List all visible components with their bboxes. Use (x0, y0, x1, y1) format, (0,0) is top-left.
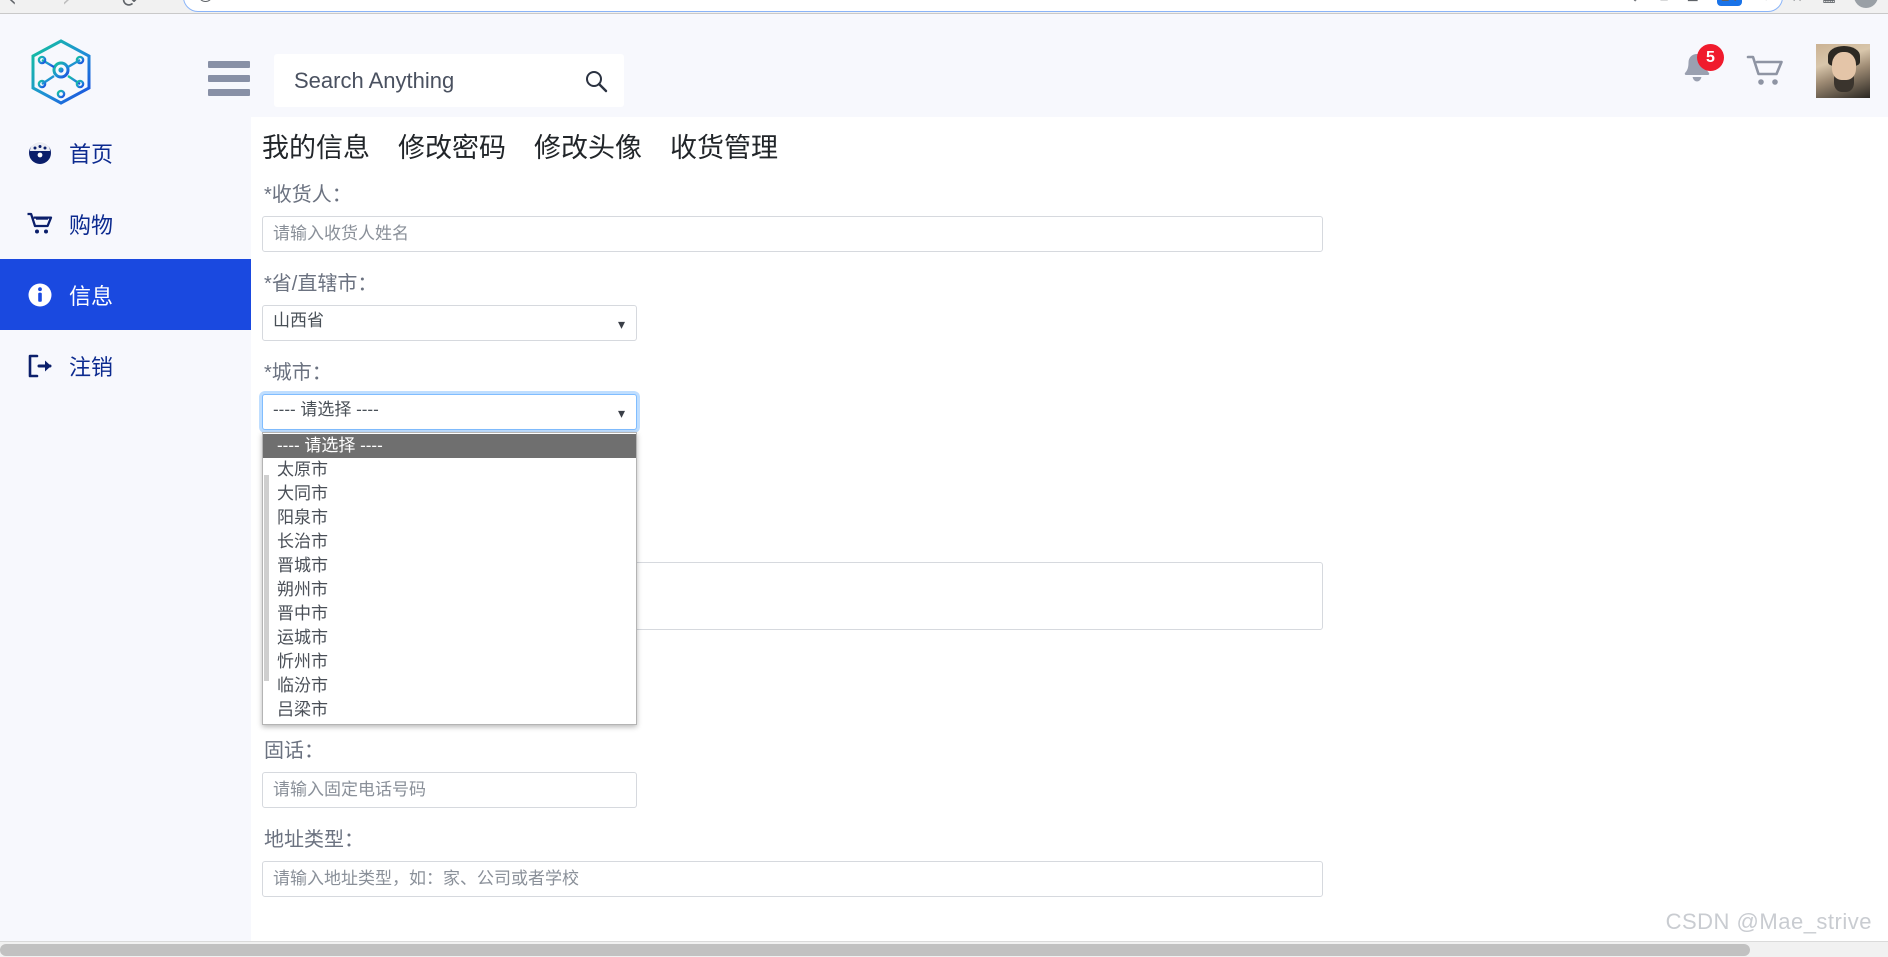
city-option[interactable]: 太原市 (263, 458, 636, 482)
sidebar-item-label: 信息 (69, 279, 113, 311)
downloads-icon[interactable]: ⇩ (1629, 0, 1642, 5)
field-province: *省/直辖市： 山西省 ▾ (262, 267, 1352, 341)
search-icon[interactable] (584, 69, 608, 93)
sidebar-item-logout[interactable]: 注销 (0, 330, 251, 401)
search-input[interactable] (292, 67, 584, 95)
watermark: CSDN @Mae_strive (1666, 909, 1872, 935)
city-option[interactable]: 大同市 (263, 482, 636, 506)
profile-badge[interactable]: 24 (1717, 0, 1742, 6)
app-header: 5 (0, 14, 1888, 117)
tab-address-manage[interactable]: 收货管理 (670, 126, 778, 165)
receiver-label: *收货人： (264, 178, 1352, 207)
cart-icon (25, 209, 55, 239)
dropdown-scrollbar[interactable] (264, 475, 269, 681)
scrollbar-thumb[interactable] (0, 944, 1750, 956)
tab-my-info[interactable]: 我的信息 (262, 126, 370, 165)
hamburger-bar (208, 89, 250, 96)
field-receiver: *收货人： (262, 178, 1352, 252)
main-content: 我的信息 修改密码 修改头像 收货管理 *收货人： *省/直辖市： 山西省 ▾ … (251, 117, 1888, 957)
browser-profile-avatar[interactable] (1854, 0, 1878, 8)
profile-tabs: 我的信息 修改密码 修改头像 收货管理 (262, 126, 778, 165)
apps-icon[interactable]: ▦ (1822, 0, 1836, 5)
city-dropdown-list[interactable]: ---- 请选择 ---- 太原市 大同市 阳泉市 长治市 晋城市 朔州市 晋中… (262, 432, 637, 725)
url-text: localhost:8080/addAddress (226, 0, 422, 3)
city-option[interactable]: 晋中市 (263, 602, 636, 626)
hamburger-bar (208, 75, 250, 82)
site-info-icon[interactable]: i (198, 0, 213, 2)
sidebar-item-home[interactable]: 首页 (0, 117, 251, 188)
field-address-type: 地址类型： (262, 823, 1352, 897)
sidebar-item-label: 注销 (69, 350, 113, 382)
app-root: ‹ › ⟳ i localhost:8080/addAddress ⇩ ■ ⊞ … (0, 0, 1888, 957)
browser-toolbar-icons: ⇩ ■ ⊞ 24 ↻ ☆ ▦ (1629, 0, 1878, 8)
field-telephone: 固话： (262, 734, 1352, 808)
browser-url-bar[interactable]: i localhost:8080/addAddress (183, 0, 1783, 12)
dashboard-icon (25, 138, 55, 168)
menu-toggle-icon[interactable] (208, 61, 250, 96)
avatar[interactable] (1816, 44, 1870, 98)
province-select-wrap: 山西省 ▾ (262, 305, 637, 341)
logout-icon (25, 351, 55, 381)
city-select[interactable]: ---- 请选择 ---- (262, 394, 637, 430)
city-option[interactable]: 临汾市 (263, 674, 636, 698)
city-option[interactable]: 阳泉市 (263, 506, 636, 530)
province-label: *省/直辖市： (264, 267, 1352, 296)
address-form: *收货人： *省/直辖市： 山西省 ▾ *城市： ---- 请选择 ---- ▾ (262, 178, 1352, 912)
field-city: *城市： ---- 请选择 ---- ▾ ---- 请选择 ---- 太原市 大… (262, 356, 1352, 430)
telephone-label: 固话： (264, 734, 1352, 763)
city-option[interactable]: 朔州市 (263, 578, 636, 602)
telephone-input[interactable] (262, 772, 637, 808)
address-type-label: 地址类型： (264, 823, 1352, 852)
tab-change-avatar[interactable]: 修改头像 (534, 126, 642, 165)
address-type-input[interactable] (262, 861, 1323, 897)
app-logo[interactable] (25, 36, 97, 108)
tab-change-password[interactable]: 修改密码 (398, 126, 506, 165)
global-search[interactable] (274, 54, 624, 107)
bookmark-icon[interactable]: ☆ (1790, 0, 1803, 5)
browser-chrome: ‹ › ⟳ i localhost:8080/addAddress ⇩ ■ ⊞ … (0, 0, 1888, 14)
city-label: *城市： (264, 356, 1352, 385)
header-actions: 5 (1678, 44, 1870, 98)
browser-forward-button[interactable]: › (62, 0, 71, 14)
add-tab-icon[interactable]: ⊞ (1687, 0, 1700, 5)
cart-icon[interactable] (1746, 53, 1786, 89)
receiver-input[interactable] (262, 216, 1323, 252)
city-option[interactable]: 长治市 (263, 530, 636, 554)
browser-back-button[interactable]: ‹ (8, 0, 17, 14)
hamburger-bar (208, 61, 250, 68)
notifications-button[interactable]: 5 (1678, 50, 1716, 92)
province-select[interactable]: 山西省 (262, 305, 637, 341)
sidebar: 首页 购物 信息 (0, 117, 251, 957)
notification-badge: 5 (1697, 44, 1724, 71)
extensions-icon[interactable]: ■ (1659, 0, 1668, 5)
info-icon (25, 280, 55, 310)
sidebar-item-shopping[interactable]: 购物 (0, 188, 251, 259)
sidebar-item-label: 首页 (69, 137, 113, 169)
city-option[interactable]: 吕梁市 (263, 698, 636, 722)
sidebar-item-label: 购物 (69, 208, 113, 240)
city-option[interactable]: 忻州市 (263, 650, 636, 674)
horizontal-scrollbar[interactable] (0, 941, 1888, 957)
sidebar-item-info[interactable]: 信息 (0, 259, 251, 330)
city-select-wrap: ---- 请选择 ---- ▾ ---- 请选择 ---- 太原市 大同市 阳泉… (262, 394, 637, 430)
city-option[interactable]: 运城市 (263, 626, 636, 650)
city-option[interactable]: ---- 请选择 ---- (263, 434, 636, 458)
history-icon[interactable]: ↻ (1760, 0, 1773, 5)
city-option[interactable]: 晋城市 (263, 554, 636, 578)
browser-reload-button[interactable]: ⟳ (122, 0, 139, 14)
